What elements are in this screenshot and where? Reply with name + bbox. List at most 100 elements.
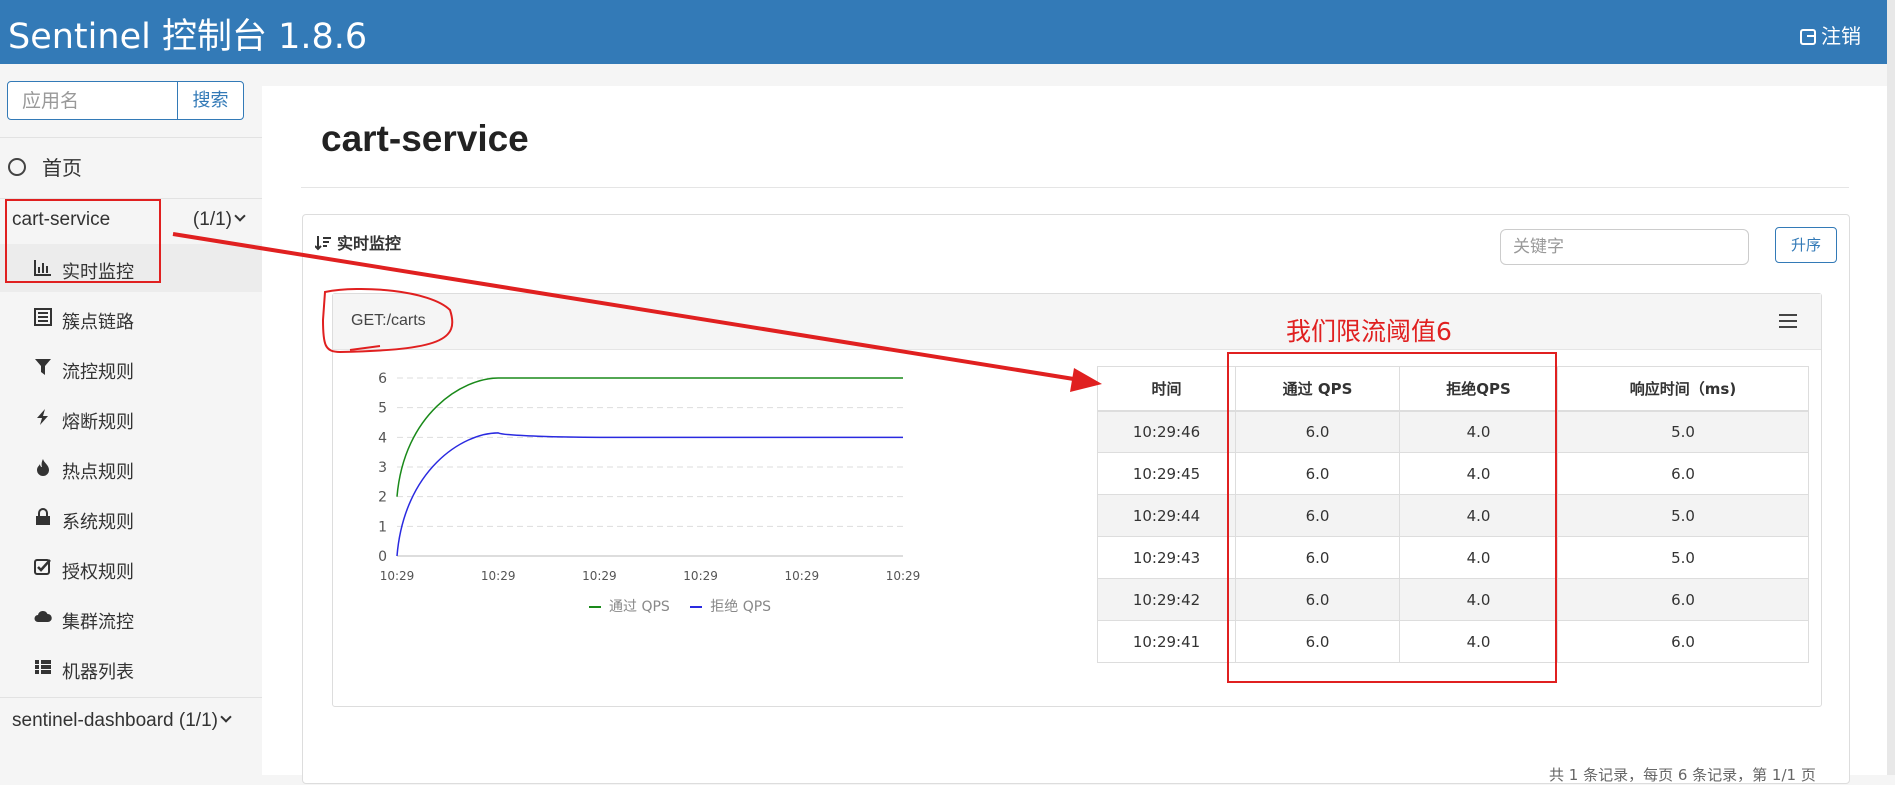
- cell-time: 10:29:41: [1097, 620, 1236, 663]
- menu-label: 授权规则: [62, 562, 134, 583]
- sidebar-app-cart-service[interactable]: cart-service (1/1): [0, 199, 262, 244]
- menu-label: 系统规则: [62, 512, 134, 533]
- x-tick-label: 10:29: [683, 569, 718, 583]
- resource-name: GET:/carts: [351, 312, 426, 329]
- menu-label: 热点规则: [62, 462, 134, 483]
- sort-order-icon: [314, 236, 331, 251]
- sidebar-item-flow-rules[interactable]: 流控规则: [0, 344, 262, 392]
- cell-pass-qps: 6.0: [1235, 578, 1400, 621]
- bolt-icon: [37, 409, 48, 425]
- dashboard-icon: [8, 158, 26, 176]
- divider: [301, 187, 1849, 188]
- hamburger-menu-icon[interactable]: [1779, 314, 1797, 328]
- legend-swatch: [589, 606, 601, 608]
- x-tick-label: 10:29: [582, 569, 617, 583]
- series-line-1: [396, 432, 904, 557]
- annotation-threshold-note: 我们限流阈值6: [1286, 317, 1452, 346]
- app-machine-count: (1/1): [193, 209, 246, 231]
- sidebar: 搜索 首页 cart-service (1/1) 实时监控 簇点链路 流控规则 …: [0, 64, 262, 775]
- table-row: 10:29:41 6.0 4.0 6.0: [1097, 620, 1809, 663]
- resource-card: GET:/carts 0 1 2 3 4 5 6 10:29 10:29 10:29 10:29 10…: [332, 293, 1822, 707]
- cell-time: 10:29:43: [1097, 536, 1236, 579]
- cell-rt: 5.0: [1557, 494, 1809, 537]
- cell-block-qps: 4.0: [1399, 578, 1558, 621]
- keyword-search-input[interactable]: [1500, 229, 1749, 265]
- divider: [0, 137, 262, 138]
- table-row: 10:29:43 6.0 4.0 5.0: [1097, 536, 1809, 579]
- monitor-panel: 实时监控 升序 GET:/carts 0 1 2 3 4 5 6 10:29 10:29 10:2…: [302, 214, 1850, 784]
- y-tick-label: 6: [378, 371, 387, 387]
- y-tick-label: 2: [378, 490, 387, 506]
- table-row: 10:29:42 6.0 4.0 6.0: [1097, 578, 1809, 621]
- col-header-rt[interactable]: 响应时间（ms): [1557, 366, 1809, 412]
- menu-label: 集群流控: [62, 612, 134, 633]
- sort-ascending-button[interactable]: 升序: [1775, 227, 1837, 263]
- cell-pass-qps: 6.0: [1235, 536, 1400, 579]
- logout-button[interactable]: 注销: [1800, 20, 1861, 49]
- home-label: 首页: [42, 156, 82, 180]
- main-content: cart-service 实时监控 升序 GET:/carts 0 1 2 3 4 5 6 1…: [262, 86, 1887, 784]
- menu-label: 流控规则: [62, 362, 134, 383]
- sidebar-item-authority-rules[interactable]: 授权规则: [0, 544, 262, 592]
- cell-time: 10:29:46: [1097, 410, 1236, 453]
- logout-label: 注销: [1821, 24, 1861, 48]
- chevron-down-icon: [234, 210, 246, 222]
- cell-pass-qps: 6.0: [1235, 452, 1400, 495]
- sidebar-item-system-rules[interactable]: 系统规则: [0, 494, 262, 542]
- cloud-icon: [34, 610, 52, 622]
- menu-label: 机器列表: [62, 662, 134, 683]
- y-tick-label: 3: [378, 460, 387, 476]
- y-tick-label: 1: [378, 519, 387, 535]
- col-header-time[interactable]: 时间: [1097, 366, 1236, 412]
- lock-icon: [36, 508, 50, 525]
- cell-rt: 6.0: [1557, 578, 1809, 621]
- cell-block-qps: 4.0: [1399, 536, 1558, 579]
- qps-line-chart: 0 1 2 3 4 5 6 10:29 10:29 10:29 10:29 10:29 10:29: [378, 371, 921, 583]
- bar-chart-icon: [34, 260, 51, 276]
- col-header-pass-qps[interactable]: 通过 QPS: [1235, 366, 1400, 412]
- sidebar-item-machine-list[interactable]: 机器列表: [0, 644, 262, 692]
- cell-time: 10:29:42: [1097, 578, 1236, 621]
- chart-legend: 通过 QPS 拒绝 QPS: [589, 596, 787, 616]
- sidebar-item-degrade-rules[interactable]: 熔断规则: [0, 394, 262, 442]
- cell-pass-qps: 6.0: [1235, 620, 1400, 663]
- x-tick-label: 10:29: [785, 569, 820, 583]
- sidebar-item-hotspot-rules[interactable]: 热点规则: [0, 444, 262, 492]
- panel-title: 实时监控: [314, 230, 401, 254]
- app-search-input[interactable]: [8, 82, 178, 119]
- cell-rt: 5.0: [1557, 536, 1809, 579]
- sidebar-item-home[interactable]: 首页: [8, 152, 82, 181]
- y-tick-label: 0: [378, 549, 387, 565]
- sidebar-item-cluster-flow[interactable]: 集群流控: [0, 594, 262, 642]
- cell-time: 10:29:45: [1097, 452, 1236, 495]
- table-row: 10:29:45 6.0 4.0 6.0: [1097, 452, 1809, 495]
- y-tick-label: 5: [378, 401, 387, 417]
- resource-card-header: GET:/carts: [333, 294, 1821, 350]
- page-title: cart-service: [321, 118, 529, 159]
- sidebar-item-realtime-monitor[interactable]: 实时监控: [0, 244, 262, 292]
- grid-list-icon: [35, 660, 51, 674]
- app-brand-title[interactable]: Sentinel 控制台 1.8.6: [8, 8, 367, 59]
- logout-icon: [1800, 29, 1816, 45]
- x-tick-label: 10:29: [886, 569, 921, 583]
- col-header-block-qps[interactable]: 拒绝QPS: [1399, 366, 1558, 412]
- cell-block-qps: 4.0: [1399, 494, 1558, 537]
- check-square-icon: [34, 559, 51, 575]
- chevron-down-icon: [220, 711, 232, 723]
- filter-icon: [35, 359, 51, 375]
- table-header-row: 时间 通过 QPS 拒绝QPS 响应时间（ms): [1097, 366, 1809, 412]
- divider: [0, 697, 262, 698]
- legend-item-pass[interactable]: 通过 QPS: [589, 596, 670, 616]
- sidebar-item-cluster-point-link[interactable]: 簇点链路: [0, 294, 262, 342]
- cell-block-qps: 4.0: [1399, 452, 1558, 495]
- qps-table: 时间 通过 QPS 拒绝QPS 响应时间（ms) 10:29:46 6.0 4.0 5…: [1097, 366, 1809, 663]
- app-name: sentinel-dashboard (1/1): [12, 710, 232, 732]
- cell-pass-qps: 6.0: [1235, 494, 1400, 537]
- page-scrollbar[interactable]: [1887, 0, 1895, 775]
- cell-block-qps: 4.0: [1399, 620, 1558, 663]
- table-row: 10:29:46 6.0 4.0 5.0: [1097, 410, 1809, 453]
- menu-label: 实时监控: [62, 262, 134, 283]
- search-button[interactable]: 搜索: [177, 82, 243, 119]
- legend-item-block[interactable]: 拒绝 QPS: [690, 596, 771, 616]
- sidebar-app-sentinel-dashboard[interactable]: sentinel-dashboard (1/1): [0, 700, 262, 745]
